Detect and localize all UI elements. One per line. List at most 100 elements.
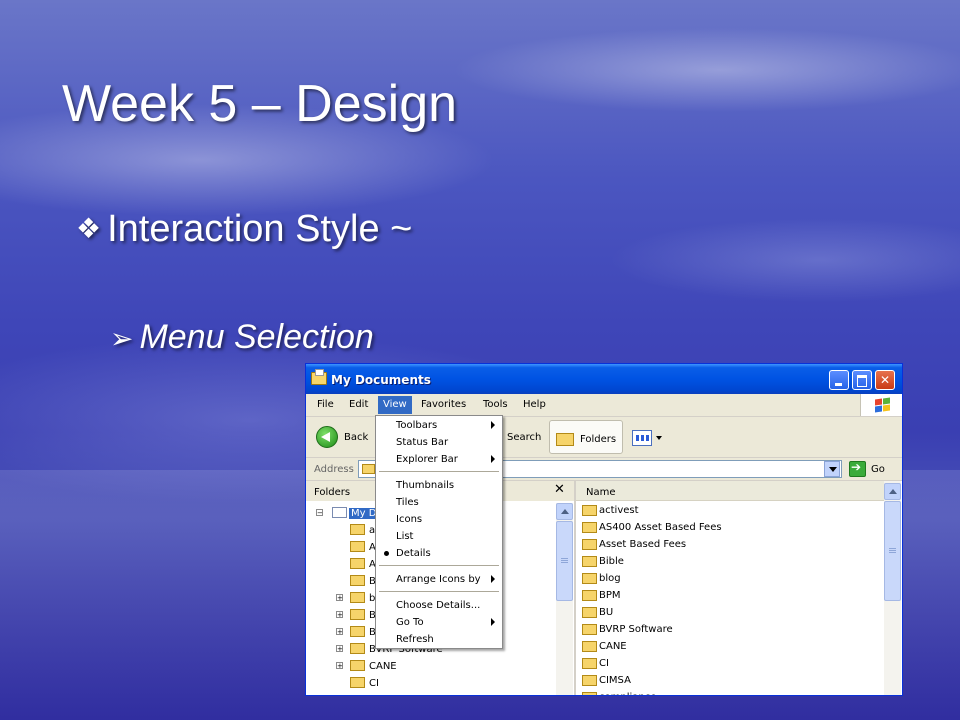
menu-item-label: Arrange Icons by bbox=[396, 574, 481, 585]
diamond-bullet-icon: ❖ bbox=[76, 213, 102, 244]
address-label: Address bbox=[314, 464, 354, 475]
folders-button[interactable]: Folders bbox=[549, 420, 623, 454]
list-item[interactable]: CI bbox=[582, 655, 872, 672]
menu-item-explorer-bar[interactable]: Explorer Bar bbox=[377, 451, 501, 468]
menu-item-details[interactable]: Details bbox=[377, 545, 501, 562]
menu-favorites[interactable]: Favorites bbox=[421, 399, 466, 410]
menu-item-go-to[interactable]: Go To bbox=[377, 614, 501, 631]
list-item[interactable]: blog bbox=[582, 570, 872, 587]
go-label: Go bbox=[871, 464, 885, 475]
expand-icon[interactable]: + bbox=[336, 645, 343, 653]
menu-item-label: Tiles bbox=[396, 497, 419, 508]
submenu-arrow-icon bbox=[491, 618, 495, 626]
menu-item-toolbars[interactable]: Toolbars bbox=[377, 417, 501, 434]
list-item-label: Bible bbox=[599, 556, 624, 567]
menu-item-list[interactable]: List bbox=[377, 528, 501, 545]
close-pane-icon[interactable]: ✕ bbox=[554, 482, 565, 497]
folder-icon bbox=[350, 524, 365, 535]
menu-item-choose-details[interactable]: Choose Details... bbox=[377, 597, 501, 614]
tree-item[interactable]: + CANE bbox=[306, 658, 556, 674]
folder-icon bbox=[350, 592, 365, 603]
list-item[interactable]: CANE bbox=[582, 638, 872, 655]
menu-item-label: Thumbnails bbox=[396, 480, 455, 491]
folder-icon bbox=[350, 558, 365, 569]
slide-title: Week 5 – Design bbox=[62, 75, 458, 133]
close-button[interactable]: ✕ bbox=[875, 370, 895, 390]
list-item-label: activest bbox=[599, 505, 639, 516]
menu-item-thumbnails[interactable]: Thumbnails bbox=[377, 477, 501, 494]
expand-icon[interactable]: + bbox=[336, 594, 343, 602]
folder-icon bbox=[582, 641, 597, 652]
expand-icon[interactable]: + bbox=[336, 662, 343, 670]
menu-help[interactable]: Help bbox=[523, 399, 546, 410]
column-header-name[interactable]: Name bbox=[576, 481, 884, 501]
menu-item-tiles[interactable]: Tiles bbox=[377, 494, 501, 511]
menu-item-label: Go To bbox=[396, 617, 424, 628]
bullet-level-2: ➢ Menu Selection bbox=[110, 318, 374, 357]
search-button[interactable]: Search bbox=[507, 432, 541, 443]
menu-edit[interactable]: Edit bbox=[349, 399, 368, 410]
list-item-label: BU bbox=[599, 607, 614, 618]
list-item-label: AS400 Asset Based Fees bbox=[599, 522, 722, 533]
scroll-up-icon[interactable] bbox=[556, 503, 573, 520]
menu-tools[interactable]: Tools bbox=[483, 399, 508, 410]
list-item[interactable]: BPM bbox=[582, 587, 872, 604]
menu-item-label: Details bbox=[396, 548, 431, 559]
maximize-button[interactable] bbox=[852, 370, 872, 390]
menu-view[interactable]: View bbox=[378, 396, 412, 414]
back-label: Back bbox=[344, 432, 369, 443]
menu-item-label: Status Bar bbox=[396, 437, 449, 448]
list-item[interactable]: compliance bbox=[582, 689, 872, 695]
menu-file[interactable]: File bbox=[317, 399, 334, 410]
scroll-up-icon[interactable] bbox=[884, 483, 901, 500]
scroll-thumb[interactable] bbox=[556, 521, 573, 601]
window-title: My Documents bbox=[331, 373, 431, 387]
list-item[interactable]: BU bbox=[582, 604, 872, 621]
folder-icon bbox=[350, 660, 365, 671]
list-item-label: CI bbox=[599, 658, 609, 669]
list-item[interactable]: Asset Based Fees bbox=[582, 536, 872, 553]
menu-separator bbox=[379, 591, 499, 592]
folder-icon bbox=[582, 590, 597, 601]
menu-item-arrange-icons-by[interactable]: Arrange Icons by bbox=[377, 571, 501, 588]
address-dropdown-button[interactable] bbox=[824, 461, 840, 477]
folder-icon bbox=[582, 505, 597, 516]
menu-item-icons[interactable]: Icons bbox=[377, 511, 501, 528]
folder-tree-scrollbar[interactable] bbox=[556, 503, 573, 695]
list-item[interactable]: AS400 Asset Based Fees bbox=[582, 519, 872, 536]
minimize-button[interactable] bbox=[829, 370, 849, 390]
file-list-scrollbar[interactable] bbox=[884, 481, 901, 695]
expand-icon[interactable]: + bbox=[336, 611, 343, 619]
list-item-label: blog bbox=[599, 573, 621, 584]
menu-item-refresh[interactable]: Refresh bbox=[377, 631, 501, 648]
folders-pane-title: Folders bbox=[314, 487, 351, 498]
scroll-thumb[interactable] bbox=[884, 501, 901, 601]
views-button[interactable] bbox=[632, 428, 668, 448]
bullet-level-2-text: Menu Selection bbox=[139, 318, 374, 356]
window-titlebar[interactable]: My Documents ✕ bbox=[306, 364, 902, 394]
list-item-label: BVRP Software bbox=[599, 624, 673, 635]
menu-item-status-bar[interactable]: Status Bar bbox=[377, 434, 501, 451]
tree-item-label: CANE bbox=[369, 661, 397, 672]
menu-separator bbox=[379, 565, 499, 566]
folder-icon bbox=[582, 522, 597, 533]
tree-item[interactable]: CI bbox=[306, 675, 556, 691]
list-item[interactable]: Bible bbox=[582, 553, 872, 570]
list-item[interactable]: activest bbox=[582, 502, 872, 519]
list-item-label: CIMSA bbox=[599, 675, 631, 686]
bullet-level-1: ❖ Interaction Style ~ bbox=[76, 208, 412, 251]
arrow-bullet-icon: ➢ bbox=[110, 323, 134, 354]
folder-icon bbox=[582, 607, 597, 618]
folder-icon bbox=[582, 573, 597, 584]
file-list-pane: Name activest AS400 Asset Based Fees Ass… bbox=[576, 481, 902, 695]
folder-icon bbox=[350, 609, 365, 620]
menu-bar: File Edit View Favorites Tools Help bbox=[306, 394, 902, 417]
tree-item-label: CI bbox=[369, 678, 379, 689]
expand-icon[interactable]: + bbox=[336, 628, 343, 636]
collapse-icon[interactable]: − bbox=[316, 509, 323, 517]
list-item-label: compliance bbox=[599, 692, 656, 695]
list-item[interactable]: BVRP Software bbox=[582, 621, 872, 638]
list-item-label: BPM bbox=[599, 590, 621, 601]
list-item[interactable]: CIMSA bbox=[582, 672, 872, 689]
back-arrow-icon bbox=[316, 426, 338, 448]
